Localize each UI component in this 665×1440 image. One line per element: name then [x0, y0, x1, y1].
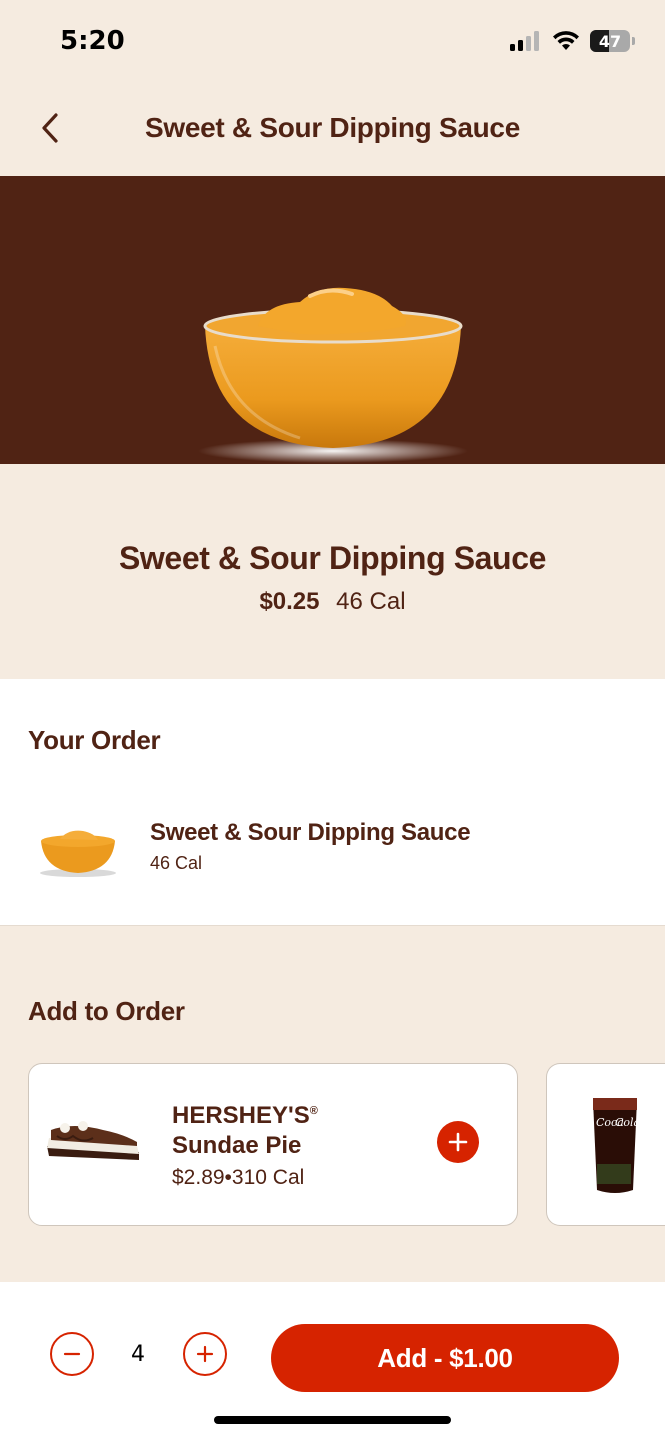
- increase-quantity-button[interactable]: [183, 1332, 227, 1376]
- your-order-section: Your Order Sweet & Sour Dipping Sauce 46…: [0, 679, 665, 926]
- item-price: $0.25: [259, 588, 320, 615]
- minus-icon: [63, 1352, 81, 1356]
- upsell-card-partial[interactable]: Coca Cola: [546, 1063, 665, 1226]
- item-info: Sweet & Sour Dipping Sauce $0.25 46 Cal: [0, 464, 665, 679]
- coca-cola-image: Coca Cola: [593, 1098, 640, 1193]
- add-to-order-title: Add to Order: [28, 996, 185, 1026]
- sauce-bowl-image: [198, 287, 468, 463]
- battery-level: 47: [598, 31, 622, 51]
- svg-text:Cola: Cola: [615, 1116, 640, 1129]
- status-icons: 47: [510, 30, 635, 52]
- upsell-card-name-line1: HERSHEY'S: [172, 1102, 310, 1129]
- home-indicator[interactable]: [214, 1416, 451, 1424]
- your-order-title: Your Order: [28, 725, 161, 755]
- footer-bar: 4 Add - $1.00: [0, 1282, 665, 1440]
- battery-icon: 47: [590, 30, 630, 52]
- item-calories: 46 Cal: [336, 588, 406, 615]
- quantity-value: 4: [131, 1342, 145, 1367]
- wifi-icon: [553, 31, 579, 50]
- order-item-calories: 46 Cal: [150, 852, 203, 873]
- upsell-card-name-line2: Sundae Pie: [172, 1132, 302, 1159]
- item-meta: $0.25 46 Cal: [0, 588, 665, 616]
- status-bar: 5:20 47: [0, 0, 665, 88]
- item-name: Sweet & Sour Dipping Sauce: [118, 540, 546, 576]
- signal-icon: [510, 31, 539, 51]
- add-to-cart-button[interactable]: Add - $1.00: [271, 1324, 619, 1392]
- plus-icon: [448, 1132, 468, 1152]
- add-to-order-section: Add to Order HERSHEY'S® Sundae Pie $2.89…: [0, 926, 665, 1282]
- status-time: 5:20: [60, 26, 125, 56]
- upsell-card[interactable]: HERSHEY'S® Sundae Pie $2.89•310 Cal: [28, 1063, 518, 1226]
- plus-icon: [196, 1345, 214, 1363]
- upsell-card-name: HERSHEY'S® Sundae Pie: [172, 1096, 402, 1161]
- upsell-card-price: $2.89•310 Cal: [172, 1166, 305, 1189]
- upsell-carousel[interactable]: HERSHEY'S® Sundae Pie $2.89•310 Cal Coca…: [28, 1063, 665, 1226]
- product-hero-image: [0, 176, 665, 464]
- sauce-thumbnail-image: [40, 830, 116, 877]
- page-title: Sweet & Sour Dipping Sauce: [145, 112, 520, 143]
- trademark-mark: ®: [309, 1105, 318, 1117]
- sundae-pie-image: [47, 1121, 139, 1160]
- upsell-add-button[interactable]: [437, 1121, 479, 1163]
- order-item[interactable]: Sweet & Sour Dipping Sauce 46 Cal: [28, 811, 471, 881]
- order-item-name: Sweet & Sour Dipping Sauce: [150, 818, 471, 846]
- nav-header: Sweet & Sour Dipping Sauce: [0, 88, 665, 176]
- decrease-quantity-button[interactable]: [50, 1332, 94, 1376]
